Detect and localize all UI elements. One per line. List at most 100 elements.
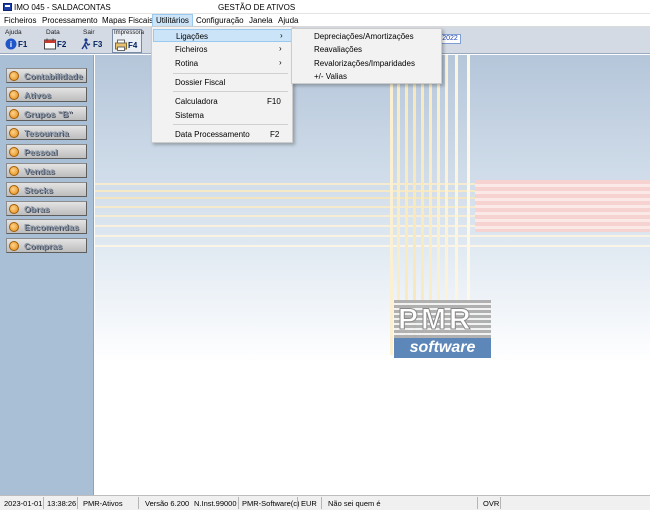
menu-configuracao[interactable]: Configuração [196,16,244,25]
status-mode: OVR [483,499,500,508]
background-stripe [390,55,393,355]
sidebar-item-tesouraria[interactable]: Tesouraria [6,125,87,140]
status-divider [477,497,478,509]
year-indicator: 2022 [439,34,461,44]
sidebar-item-label: Compras [24,241,63,251]
menu-item-shortcut: F2 [270,130,280,139]
window-title: IMO 045 - SALDACONTAS [14,3,111,12]
red-stripe-block [475,180,650,232]
menu-item-shortcut: F10 [267,97,281,106]
submenu-item-depreciacoes[interactable]: Depreciações/Amortizações [293,30,441,43]
status-module: PMR-Ativos [83,499,123,508]
menu-item-calculadora[interactable]: Calculadora F10 [153,95,292,108]
module-sidebar: Contabilidade Ativos Grupos "B" Tesourar… [0,55,94,495]
menu-item-data-processamento[interactable]: Data Processamento F2 [153,128,292,141]
app-center-title: GESTÃO DE ATIVOS [218,3,296,12]
logo-software-text: software [394,338,491,358]
status-divider [77,497,78,509]
gear-icon [9,241,19,251]
calendar-icon [44,38,56,50]
submenu-item-revalorizacoes[interactable]: Revalorizações/Imparidades [293,57,441,70]
status-divider [500,497,501,509]
sidebar-item-compras[interactable]: Compras [6,238,87,253]
printer-caption: Impressora [114,30,145,36]
printer-f4-button[interactable]: Impressora F4 [112,29,145,53]
gear-icon [9,147,19,157]
date-f2-button[interactable]: Data F2 [42,29,72,53]
sidebar-item-label: Grupos "B" [24,109,73,119]
menu-item-label: Ligações [176,32,209,41]
exit-caption: Sair [83,29,95,36]
sidebar-item-ativos[interactable]: Ativos [6,87,87,102]
printer-icon [115,39,127,51]
status-company: PMR-Software(c) [242,499,300,508]
sidebar-item-pessoal[interactable]: Pessoal [6,144,87,159]
gear-icon [9,166,19,176]
sidebar-item-contabilidade[interactable]: Contabilidade [6,68,87,83]
pmr-software-logo: PMR software [394,300,491,358]
sidebar-item-label: Contabilidade [24,71,83,81]
submenu-item-label: +/- Valias [314,72,347,81]
menu-item-rotina[interactable]: Rotina › [153,57,292,70]
help-f1-button[interactable]: Ajuda i F1 [3,29,33,53]
gear-icon [9,204,19,214]
help-icon: i [5,38,17,50]
menu-item-dossier-fiscal[interactable]: Dossier Fiscal [153,76,292,89]
menu-bar: Ficheiros Processamento Mapas Fiscais Ut… [0,14,650,27]
status-divider [297,497,298,509]
chevron-right-icon: › [279,44,282,53]
menu-mapas-fiscais[interactable]: Mapas Fiscais [102,16,153,25]
submenu-item-mais-menos-valias[interactable]: +/- Valias [293,70,441,83]
gear-icon [9,222,19,232]
sidebar-item-label: Stocks [24,185,54,195]
menu-item-ligacoes[interactable]: Ligações › [153,29,292,42]
sidebar-item-label: Tesouraria [24,128,69,138]
status-divider [238,497,239,509]
ligacoes-submenu: Depreciações/Amortizações Reavaliações R… [291,28,442,84]
sidebar-item-grupos-b[interactable]: Grupos "B" [6,106,87,121]
submenu-item-label: Reavaliações [314,45,363,54]
gear-icon [9,128,19,138]
chevron-right-icon: › [279,58,282,67]
status-bar: 2023-01-01 13:38:26 PMR-Ativos Versão 6.… [0,495,650,510]
menu-item-ficheiros[interactable]: Ficheiros › [153,43,292,56]
menu-separator [173,73,288,74]
sidebar-item-obras[interactable]: Obras [6,201,87,216]
gear-icon [9,109,19,119]
menu-item-label: Sistema [175,111,204,120]
sidebar-item-label: Encomendas [24,222,79,232]
status-currency: EUR [301,499,317,508]
menu-item-sistema[interactable]: Sistema [153,109,292,122]
menu-item-label: Dossier Fiscal [175,78,226,87]
menu-janela[interactable]: Janela [249,16,273,25]
exit-icon [81,38,91,50]
menu-processamento[interactable]: Processamento [42,16,98,25]
background-stripe [95,245,650,247]
menu-ajuda[interactable]: Ajuda [278,16,298,25]
menu-separator [173,91,288,92]
exit-f3-button[interactable]: Sair F3 [78,29,108,53]
status-divider [138,497,139,509]
status-divider [43,497,44,509]
svg-text:i: i [10,40,12,49]
logo-pmr-text: PMR [398,303,474,337]
submenu-item-reavaliacoes[interactable]: Reavaliações [293,43,441,56]
sidebar-item-vendas[interactable]: Vendas [6,163,87,178]
sidebar-item-label: Obras [24,204,50,214]
status-install-number: N.Inst.99000 [194,499,237,508]
background-stripe [95,235,650,237]
sidebar-item-label: Ativos [24,90,52,100]
submenu-item-label: Depreciações/Amortizações [314,32,414,41]
menu-item-label: Rotina [175,59,199,68]
utilitarios-dropdown: Ligações › Ficheiros › Rotina › Dossier … [151,26,293,143]
menu-ficheiros[interactable]: Ficheiros [4,16,36,25]
chevron-right-icon: › [280,31,283,40]
submenu-item-label: Revalorizações/Imparidades [314,59,415,68]
sidebar-item-encomendas[interactable]: Encomendas [6,219,87,234]
gear-icon [9,71,19,81]
app-icon [3,3,12,11]
sidebar-item-stocks[interactable]: Stocks [6,182,87,197]
status-divider [321,497,322,509]
menu-item-label: Calculadora [175,97,218,106]
menu-separator [173,124,288,125]
